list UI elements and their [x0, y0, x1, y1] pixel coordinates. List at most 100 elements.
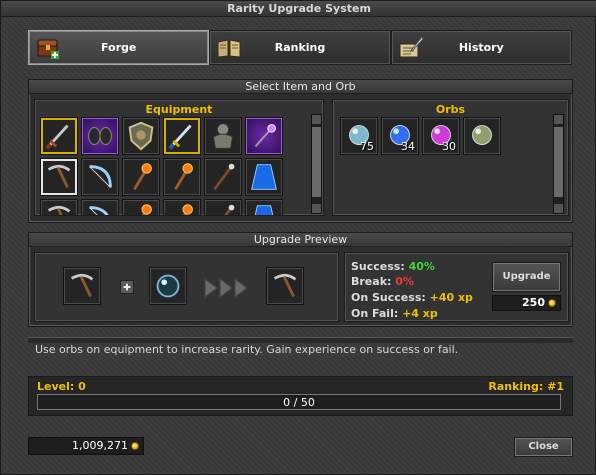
- orb-slot[interactable]: 34: [381, 117, 419, 155]
- on-fail-line: On Fail: +4 xp: [351, 307, 438, 320]
- equipment-slot[interactable]: [40, 199, 78, 215]
- ranking-text: Ranking: #1: [488, 380, 564, 393]
- pickaxe-icon: [70, 273, 94, 298]
- preview-item-slot[interactable]: [63, 267, 101, 305]
- cost-value: 250: [522, 296, 545, 309]
- staff-icon: [224, 204, 235, 215]
- wand-icon: [254, 124, 276, 148]
- equipment-slot[interactable]: [81, 199, 119, 215]
- equipment-slot[interactable]: [122, 199, 160, 215]
- orb-count: 34: [401, 140, 415, 153]
- preview-panel-title: Upgrade Preview: [29, 233, 572, 247]
- equipment-slot[interactable]: [245, 199, 283, 215]
- gloves-icon: [88, 127, 112, 145]
- scroll-up-icon[interactable]: [554, 115, 563, 124]
- equipment-slot[interactable]: [204, 117, 242, 155]
- orb-slot[interactable]: [463, 117, 501, 155]
- xp-progress-bar: 0 / 50: [37, 394, 561, 410]
- coin-icon: [131, 442, 139, 450]
- sword-icon: [45, 124, 69, 150]
- green-orb-icon: [472, 125, 492, 145]
- level-text: Level: 0: [37, 380, 86, 393]
- pickaxe-icon: [273, 273, 297, 298]
- success-line: Success: 40%: [351, 260, 435, 273]
- scroll-down-icon[interactable]: [312, 204, 321, 213]
- break-line: Break: 0%: [351, 275, 414, 288]
- book-icon: [216, 35, 242, 61]
- fire-staff-icon: [133, 163, 152, 191]
- staff-icon: [213, 163, 235, 191]
- on-success-value: +40 xp: [429, 291, 473, 304]
- equipment-slot[interactable]: [245, 158, 283, 196]
- window-title: Rarity Upgrade System: [1, 1, 596, 17]
- scroll-thumb[interactable]: [312, 127, 321, 197]
- orb-count: 75: [360, 140, 374, 153]
- preview-orb-slot[interactable]: [149, 267, 187, 305]
- select-panel-title: Select Item and Orb: [29, 80, 572, 94]
- equipment-slot[interactable]: [40, 158, 78, 196]
- tab-forge[interactable]: Forge: [28, 30, 210, 65]
- plus-icon: [120, 280, 134, 294]
- orb-slot[interactable]: 30: [422, 117, 460, 155]
- on-success-label: On Success:: [351, 291, 426, 304]
- hint-text: Use orbs on equipment to increase rarity…: [35, 343, 459, 356]
- success-label: Success:: [351, 260, 405, 273]
- break-label: Break:: [351, 275, 392, 288]
- gold-display: 1,009,271: [28, 437, 144, 455]
- select-panel: Select Item and Orb Equipment Orbs 75 34 3…: [28, 79, 573, 223]
- orbs-scrollbar[interactable]: [553, 114, 564, 214]
- scroll-thumb[interactable]: [554, 127, 563, 197]
- scroll-up-icon[interactable]: [312, 115, 321, 124]
- xp-progress-text: 0 / 50: [283, 396, 315, 409]
- success-value: 40%: [408, 260, 435, 273]
- equipment-slot[interactable]: [40, 117, 78, 155]
- arrow-icon: [203, 277, 251, 299]
- equipment-slot[interactable]: [245, 117, 283, 155]
- equipment-scrollbar[interactable]: [311, 114, 322, 214]
- equipment-slot[interactable]: [204, 199, 242, 215]
- equipment-slot[interactable]: [122, 158, 160, 196]
- fire-staff-icon: [141, 204, 152, 215]
- preview-panel: Upgrade Preview Success: 40% Break: 0% O…: [28, 232, 573, 327]
- gold-value: 1,009,271: [72, 439, 128, 452]
- preview-stats: Success: 40% Break: 0% On Success: +40 x…: [344, 252, 569, 322]
- fire-staff-icon: [182, 204, 193, 215]
- orb-count: 30: [442, 140, 456, 153]
- pickaxe-icon: [47, 164, 71, 189]
- bow-icon: [89, 206, 109, 215]
- upgrade-cost: 250: [492, 295, 561, 311]
- quill-icon: [398, 35, 424, 61]
- preview-slots: [34, 252, 339, 322]
- tab-ranking[interactable]: Ranking: [209, 30, 391, 65]
- equipment-slot[interactable]: [81, 117, 119, 155]
- equipment-slot[interactable]: [81, 158, 119, 196]
- upgrade-window: Rarity Upgrade System Forge Ranking Hist…: [0, 0, 596, 475]
- chest-icon: [35, 35, 61, 61]
- on-fail-label: On Fail:: [351, 307, 399, 320]
- equipment-slot[interactable]: [163, 117, 201, 155]
- on-fail-value: +4 xp: [402, 307, 438, 320]
- orb-slot[interactable]: 75: [340, 117, 378, 155]
- equipment-slot[interactable]: [163, 158, 201, 196]
- on-success-line: On Success: +40 xp: [351, 291, 473, 304]
- fire-staff-icon: [174, 163, 193, 191]
- blue-sword-icon: [168, 124, 192, 150]
- cape-icon: [254, 205, 274, 215]
- equipment-slot[interactable]: [163, 199, 201, 215]
- equipment-title: Equipment: [145, 103, 213, 116]
- equipment-slot[interactable]: [122, 117, 160, 155]
- tab-bar: Forge Ranking History: [28, 30, 572, 65]
- coin-icon: [548, 299, 556, 307]
- bow-icon: [89, 165, 112, 188]
- equipment-panel: Equipment: [34, 99, 324, 216]
- break-value: 0%: [395, 275, 414, 288]
- tab-history[interactable]: History: [390, 30, 572, 65]
- scroll-down-icon[interactable]: [554, 204, 563, 213]
- equipment-slot[interactable]: [204, 158, 242, 196]
- orbs-title: Orbs: [435, 103, 466, 116]
- armor-icon: [213, 123, 233, 149]
- upgrade-button[interactable]: Upgrade: [492, 262, 561, 292]
- orbs-panel: Orbs 75 34 30: [332, 99, 569, 216]
- shield-icon: [128, 121, 154, 151]
- close-button[interactable]: Close: [514, 437, 573, 457]
